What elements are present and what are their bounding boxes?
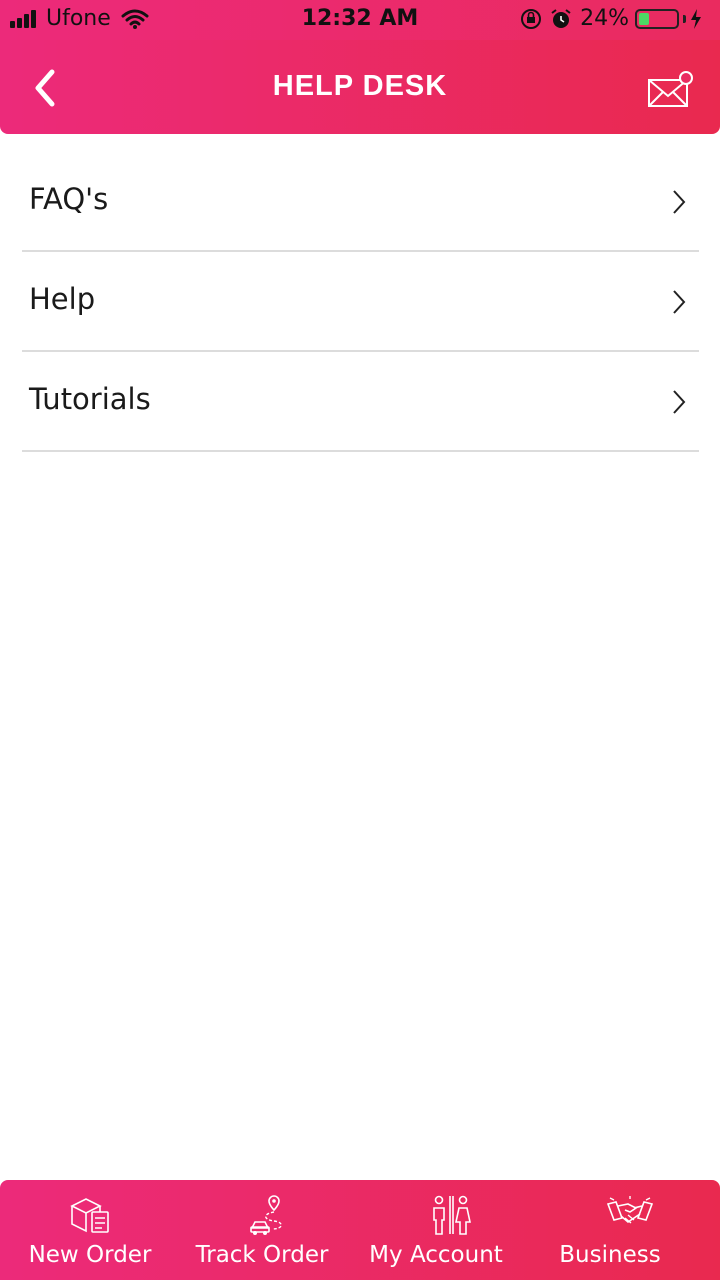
chevron-right-icon: [673, 390, 686, 414]
handshake-icon: [606, 1196, 654, 1224]
bottom-nav: New Order Track Order My Account Busines…: [0, 1180, 720, 1280]
battery-icon: [635, 8, 679, 29]
chevron-right-icon: [673, 290, 686, 314]
nav-business[interactable]: Business: [540, 1180, 720, 1280]
menu-item-help[interactable]: Help: [22, 252, 699, 352]
menu-item-tutorials[interactable]: Tutorials: [22, 352, 699, 452]
status-bar: Ufone 12:32 AM 24%: [0, 0, 720, 40]
nav-label: Business: [559, 1242, 661, 1268]
rotation-lock-icon: [521, 8, 542, 29]
envelope-notification-icon: [648, 71, 693, 107]
box-clipboard-icon: [70, 1198, 109, 1233]
people-icon: [433, 1195, 471, 1235]
route-pin-icon: [250, 1195, 282, 1235]
nav-label: Track Order: [195, 1242, 329, 1268]
page-title: HELP DESK: [272, 70, 448, 102]
app-header: HELP DESK: [0, 40, 720, 134]
battery-percent: 24%: [580, 6, 629, 31]
mail-button[interactable]: [646, 70, 694, 110]
nav-label: New Order: [28, 1242, 152, 1268]
help-menu-list: FAQ's Help Tutorials: [22, 152, 699, 452]
menu-item-label: FAQ's: [29, 182, 109, 216]
nav-label: My Account: [369, 1242, 503, 1268]
menu-item-label: Help: [29, 282, 96, 316]
menu-item-faqs[interactable]: FAQ's: [22, 152, 699, 252]
nav-new-order[interactable]: New Order: [0, 1180, 180, 1280]
nav-my-account[interactable]: My Account: [360, 1180, 540, 1280]
battery-level: [639, 12, 649, 25]
charging-bolt-icon: [691, 8, 701, 29]
battery-tip: [683, 14, 686, 23]
chevron-right-icon: [673, 190, 686, 214]
status-right: 24%: [520, 6, 710, 31]
alarm-icon: [551, 8, 571, 28]
nav-track-order[interactable]: Track Order: [180, 1180, 360, 1280]
menu-item-label: Tutorials: [29, 382, 151, 416]
